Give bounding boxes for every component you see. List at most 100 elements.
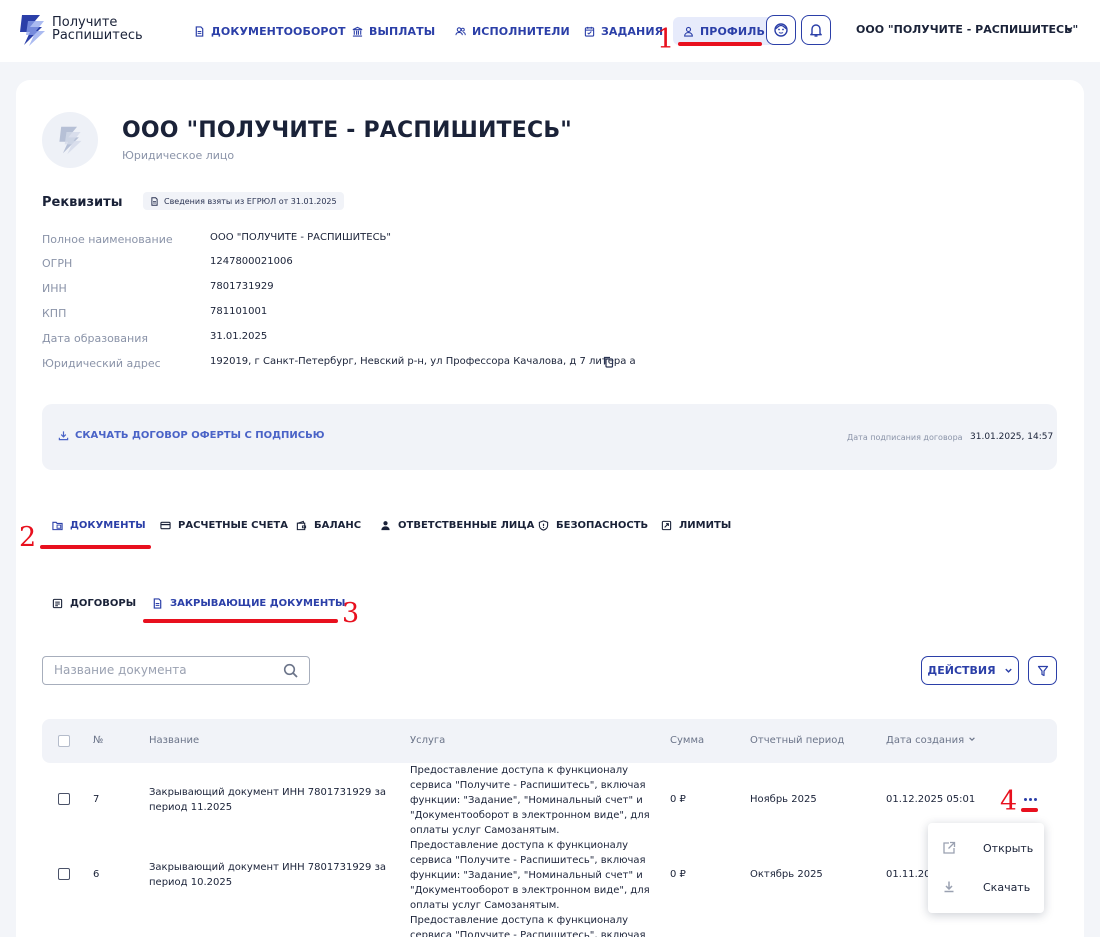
row-checkbox[interactable] xyxy=(58,868,70,880)
field-label-full-name: Полное наименование xyxy=(42,233,173,246)
menu-item-download[interactable]: Скачать xyxy=(928,869,1044,905)
column-created-label: Дата создания xyxy=(886,735,965,746)
nav-payouts[interactable]: ВЫПЛАТЫ xyxy=(352,17,435,45)
annotation-underline-4 xyxy=(1021,808,1038,812)
field-label-inn: ИНН xyxy=(42,282,67,295)
search-input[interactable] xyxy=(54,663,274,677)
tab-limits-label: ЛИМИТЫ xyxy=(679,520,732,531)
row-document-name[interactable]: Закрывающий документ ИНН 7801731929 за п… xyxy=(149,860,386,890)
column-number[interactable]: № xyxy=(93,735,103,746)
nav-tasks[interactable]: ЗАДАНИЯ xyxy=(584,17,663,45)
row-more-button[interactable] xyxy=(1022,795,1038,803)
annotation-underline-2 xyxy=(40,545,151,549)
row-document-name[interactable]: Закрывающий документ ИНН 7801731929 за п… xyxy=(149,785,386,815)
tab-accounts[interactable]: РАСЧЕТНЫЕ СЧЕТА xyxy=(160,520,288,531)
row-checkbox[interactable] xyxy=(58,793,70,805)
subtab-contracts[interactable]: ДОГОВОРЫ xyxy=(52,598,136,609)
bank-icon xyxy=(352,26,363,37)
nav-profile-label: ПРОФИЛЬ xyxy=(700,24,765,38)
select-all-checkbox[interactable] xyxy=(58,735,70,747)
row-created: 01.12.2025 05:01 xyxy=(886,794,976,805)
column-service[interactable]: Услуга xyxy=(410,735,445,746)
nav-tasks-label: ЗАДАНИЯ xyxy=(601,24,664,38)
search-icon[interactable] xyxy=(283,663,299,679)
nav-profile[interactable]: ПРОФИЛЬ xyxy=(673,17,775,45)
subtab-closing-documents[interactable]: ЗАКРЫВАЮЩИЕ ДОКУМЕНТЫ xyxy=(152,598,345,609)
field-label-address: Юридический адрес xyxy=(42,357,161,370)
tab-limits[interactable]: ЛИМИТЫ xyxy=(661,520,731,531)
tab-documents-label: ДОКУМЕНТЫ xyxy=(70,520,146,531)
field-label-ogrn: ОГРН xyxy=(42,257,73,270)
wallet-icon xyxy=(296,520,307,531)
filter-button[interactable] xyxy=(1028,656,1057,685)
row-service: Предоставление доступа к функционалу сер… xyxy=(410,763,650,838)
tab-security-label: БЕЗОПАСНОСТЬ xyxy=(556,520,649,531)
sign-date-value: 31.01.2025, 14:57 xyxy=(970,432,1054,442)
row-service-line: Предоставление доступа к функционалу xyxy=(410,840,629,851)
field-value-address: 192019, г Санкт-Петербург, Невский р-н, … xyxy=(210,356,636,367)
annotation-underline-3 xyxy=(143,619,338,623)
external-link-icon xyxy=(943,841,956,854)
row-service-line: функции: "Задание", "Номинальный счет" и xyxy=(410,795,643,806)
logo[interactable]: Получите Распишитесь xyxy=(18,13,148,47)
chevron-down-icon[interactable] xyxy=(1064,24,1074,34)
field-value-kpp: 781101001 xyxy=(210,306,268,317)
download-icon xyxy=(944,881,954,893)
card-icon xyxy=(160,521,171,530)
menu-item-open[interactable]: Открыть xyxy=(928,830,1044,866)
sort-chevron-icon xyxy=(969,737,975,742)
row-service-line: оплаты услуг Самозанятым. xyxy=(410,900,560,911)
row-service-line: оплаты услуг Самозанятым. xyxy=(410,825,560,836)
document-search[interactable] xyxy=(42,656,310,685)
nav-documents-label: ДОКУМЕНТООБОРОТ xyxy=(211,24,346,38)
tab-documents[interactable]: ДОКУМЕНТЫ xyxy=(52,520,146,531)
support-face-icon xyxy=(774,23,788,37)
filter-icon xyxy=(1037,665,1048,676)
row-name-line: период 11.2025 xyxy=(149,802,233,813)
actions-button[interactable]: ДЕЙСТВИЯ xyxy=(921,656,1019,685)
annotation-number-3: 3 xyxy=(342,598,360,629)
more-dot xyxy=(1023,797,1027,801)
row-actions-menu: Открыть Скачать xyxy=(928,823,1044,913)
nav-executors[interactable]: ИСПОЛНИТЕЛИ xyxy=(455,17,570,45)
more-dot xyxy=(1033,797,1037,801)
nav-payouts-label: ВЫПЛАТЫ xyxy=(369,24,436,38)
calendar-icon xyxy=(584,26,595,37)
support-button[interactable] xyxy=(766,15,796,45)
annotation-number-2: 2 xyxy=(19,522,37,553)
column-name[interactable]: Название xyxy=(149,735,199,746)
row-service-line: сервиса "Получите - Распишитесь", включа… xyxy=(410,930,646,937)
copy-icon[interactable] xyxy=(603,356,614,368)
user-icon xyxy=(684,26,693,37)
tab-responsible[interactable]: ОТВЕТСТВЕННЫЕ ЛИЦА xyxy=(380,520,534,531)
row-name-line: Закрывающий документ ИНН 7801731929 за xyxy=(149,862,387,873)
nav-documents[interactable]: ДОКУМЕНТООБОРОТ xyxy=(194,17,346,45)
column-created[interactable]: Дата создания xyxy=(886,735,976,746)
requisites-title: Реквизиты xyxy=(42,195,123,210)
tab-balance[interactable]: БАЛАНС xyxy=(296,520,361,531)
users-icon xyxy=(455,26,466,35)
document-icon xyxy=(151,196,158,206)
top-header: Получите Распишитесь ДОКУМЕНТООБОРОТ ВЫП… xyxy=(0,0,1100,62)
organization-selector[interactable]: ООО "ПОЛУЧИТЕ - РАСПИШИТЕСЬ" xyxy=(856,23,1078,36)
download-offer-label: СКАЧАТЬ ДОГОВОР ОФЕРТЫ С ПОДПИСЬЮ xyxy=(75,430,325,441)
row-service-line: функции: "Задание", "Номинальный счет" и xyxy=(410,870,643,881)
row-service-line: "Документооборот в электронном виде", дл… xyxy=(410,810,650,821)
company-type: Юридическое лицо xyxy=(122,149,235,162)
field-label-kpp: КПП xyxy=(42,307,67,320)
shield-icon xyxy=(538,520,549,531)
logo-icon xyxy=(20,15,45,46)
column-period[interactable]: Отчетный период xyxy=(750,735,844,746)
field-value-inn: 7801731929 xyxy=(210,281,274,292)
download-offer-link[interactable]: СКАЧАТЬ ДОГОВОР ОФЕРТЫ С ПОДПИСЬЮ xyxy=(58,430,325,441)
tab-security[interactable]: БЕЗОПАСНОСТЬ xyxy=(538,520,648,531)
company-avatar xyxy=(42,112,98,168)
notifications-button[interactable] xyxy=(801,15,831,45)
tab-accounts-label: РАСЧЕТНЫЕ СЧЕТА xyxy=(178,520,288,531)
company-name: ООО "ПОЛУЧИТЕ - РАСПИШИТЕСЬ" xyxy=(122,118,572,143)
row-period: Ноябрь 2025 xyxy=(750,794,817,805)
field-value-ogrn: 1247800021006 xyxy=(210,256,293,267)
document-icon xyxy=(195,25,204,37)
column-sum[interactable]: Сумма xyxy=(670,735,704,746)
nav-executors-label: ИСПОЛНИТЕЛИ xyxy=(472,24,570,38)
